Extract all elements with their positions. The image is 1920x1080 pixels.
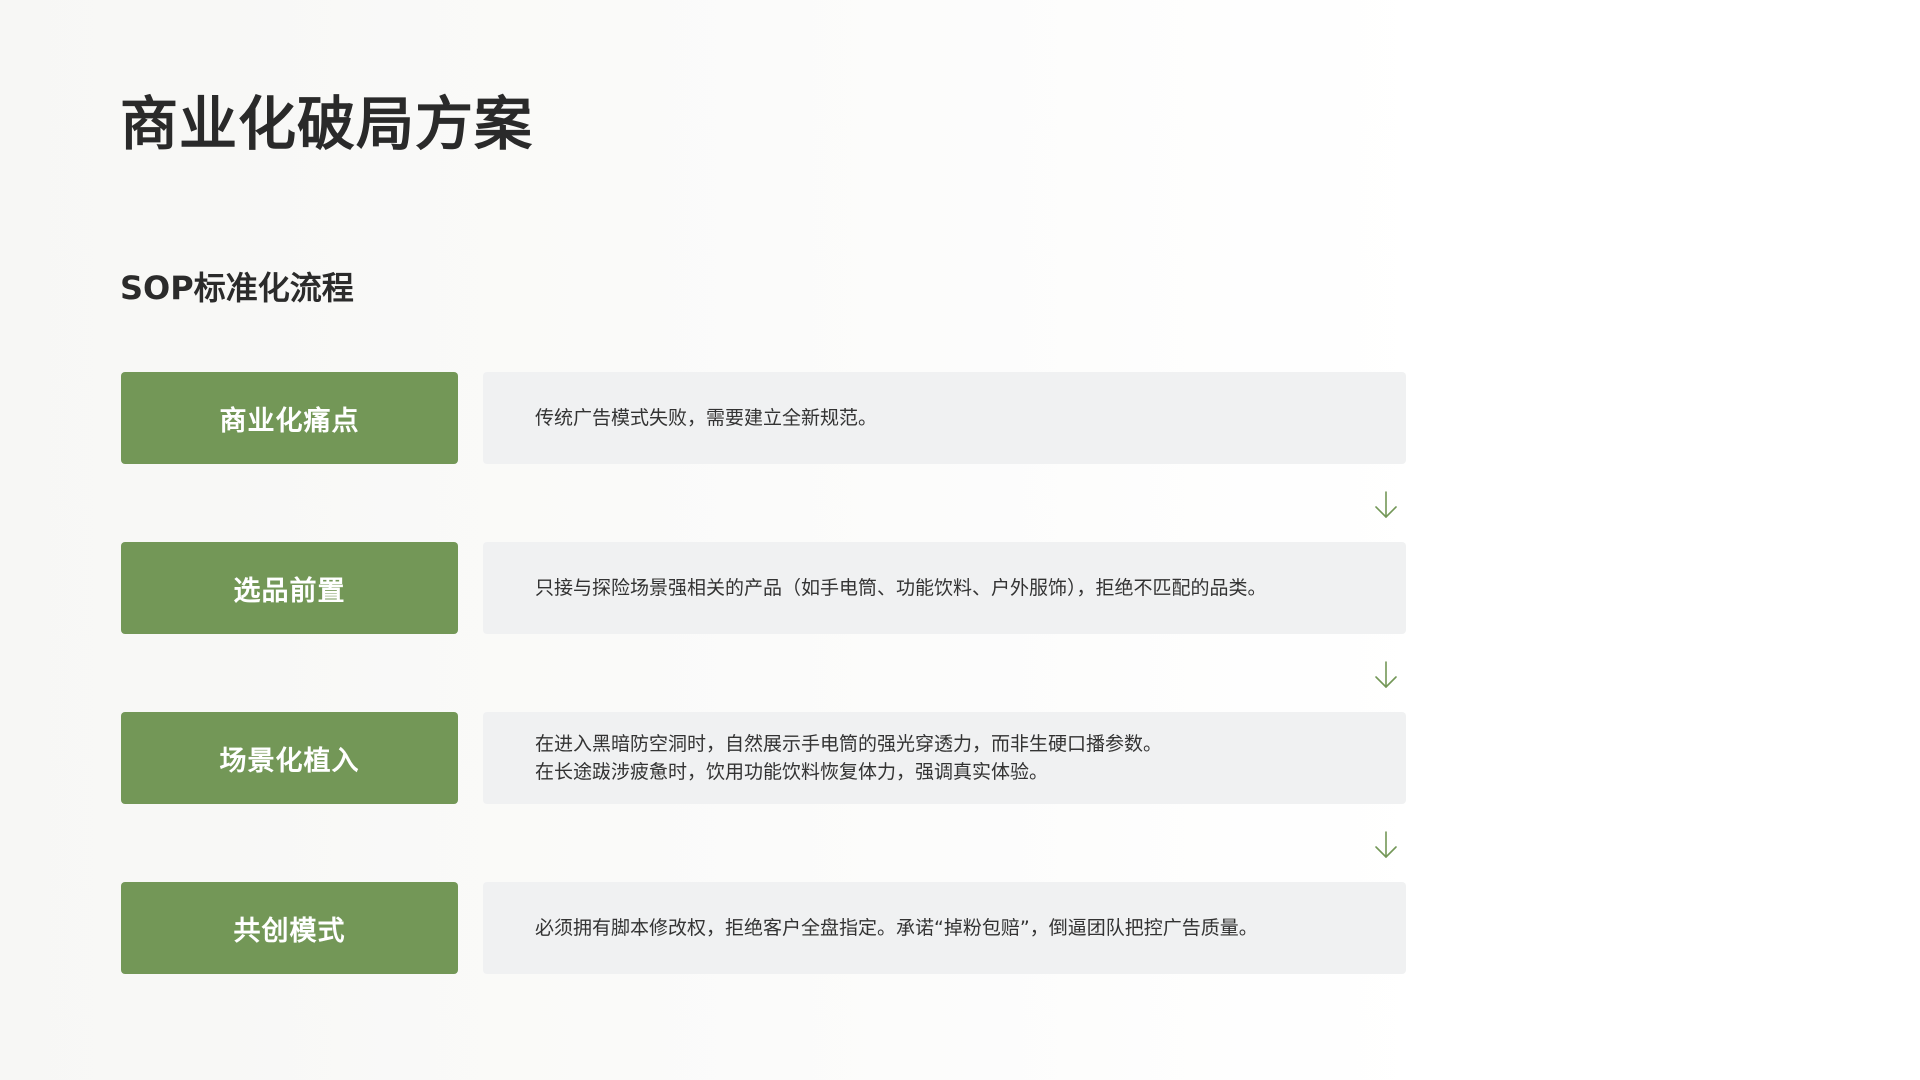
- arrow-down-icon: [1375, 491, 1397, 518]
- flow-step: 共创模式 必须拥有脚本修改权，拒绝客户全盘指定。承诺“掉粉包赔”，倒逼团队把控广…: [120, 882, 1410, 974]
- flow-connector: [120, 804, 1410, 882]
- flow-step: 场景化植入 在进入黑暗防空洞时，自然展示手电筒的强光穿透力，而非生硬口播参数。 …: [120, 712, 1410, 804]
- flow-step: 商业化痛点 传统广告模式失败，需要建立全新规范。: [120, 372, 1410, 464]
- arrow-down-icon: [1375, 661, 1397, 688]
- slide: 商业化破局方案 SOP标准化流程 商业化痛点 传统广告模式失败，需要建立全新规范…: [120, 0, 1420, 1080]
- description-line: 在长途跋涉疲惫时，饮用功能饮料恢复体力，强调真实体验。: [535, 761, 1049, 783]
- step-label: 选品前置: [121, 542, 458, 634]
- step-description: 传统广告模式失败，需要建立全新规范。: [483, 372, 1406, 464]
- sop-flow: 商业化痛点 传统广告模式失败，需要建立全新规范。 选品前置 只接与探险场景强相关…: [120, 372, 1410, 974]
- page-title: 商业化破局方案: [120, 90, 534, 158]
- step-description: 必须拥有脚本修改权，拒绝客户全盘指定。承诺“掉粉包赔”，倒逼团队把控广告质量。: [483, 882, 1406, 974]
- description-line: 必须拥有脚本修改权，拒绝客户全盘指定。承诺“掉粉包赔”，倒逼团队把控广告质量。: [535, 917, 1258, 939]
- step-description: 在进入黑暗防空洞时，自然展示手电筒的强光穿透力，而非生硬口播参数。 在长途跋涉疲…: [483, 712, 1406, 804]
- description-line: 在进入黑暗防空洞时，自然展示手电筒的强光穿透力，而非生硬口播参数。: [535, 733, 1163, 755]
- flow-step: 选品前置 只接与探险场景强相关的产品（如手电筒、功能饮料、户外服饰），拒绝不匹配…: [120, 542, 1410, 634]
- step-label: 商业化痛点: [121, 372, 458, 464]
- flow-connector: [120, 464, 1410, 542]
- description-line: 传统广告模式失败，需要建立全新规范。: [535, 407, 878, 429]
- step-description: 只接与探险场景强相关的产品（如手电筒、功能饮料、户外服饰），拒绝不匹配的品类。: [483, 542, 1406, 634]
- arrow-down-icon: [1375, 831, 1397, 858]
- step-label: 场景化植入: [121, 712, 458, 804]
- section-title: SOP标准化流程: [120, 269, 354, 307]
- flow-connector: [120, 634, 1410, 712]
- description-line: 只接与探险场景强相关的产品（如手电筒、功能饮料、户外服饰），拒绝不匹配的品类。: [535, 577, 1267, 599]
- step-label: 共创模式: [121, 882, 458, 974]
